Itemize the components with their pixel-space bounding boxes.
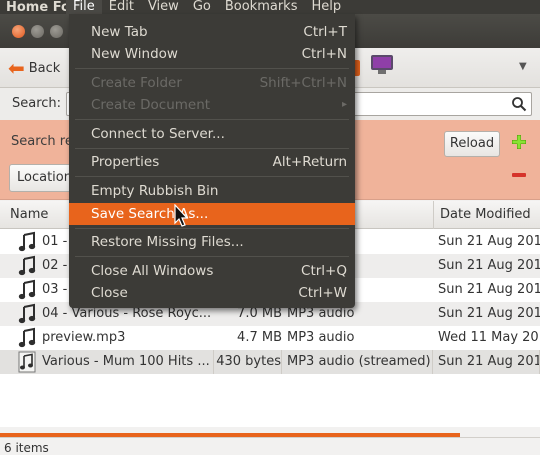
menu-separator — [75, 68, 349, 69]
file-name: 03 - — [42, 282, 68, 297]
menu-item-close[interactable]: Close Ctrl+W — [69, 282, 355, 304]
file-date: Sun 21 Aug 2011 — [438, 306, 540, 321]
file-date: Wed 11 May 201 — [438, 330, 540, 345]
music-note-icon — [18, 231, 36, 252]
minimize-window-button[interactable] — [31, 25, 44, 38]
toolbar-overflow-icon[interactable]: ▼ — [519, 61, 527, 72]
music-note-icon — [18, 255, 36, 276]
file-date: Sun 21 Aug 2011 — [438, 350, 540, 374]
file-type: MP3 audio — [287, 330, 355, 345]
menu-item-close-all-windows[interactable]: Close All Windows Ctrl+Q — [69, 260, 355, 282]
menu-view[interactable]: View — [141, 0, 186, 14]
search-label: Search: — [12, 96, 62, 111]
menu-item-empty-rubbish-bin[interactable]: Empty Rubbish Bin — [69, 180, 355, 202]
menu-edit[interactable]: Edit — [102, 0, 141, 14]
menu-item-create-folder: Create Folder Shift+Ctrl+N — [91, 75, 347, 91]
maximize-window-button[interactable] — [50, 25, 63, 38]
menu-separator — [75, 119, 349, 120]
add-criteria-icon[interactable] — [511, 134, 527, 150]
remove-criteria-icon[interactable] — [512, 173, 526, 177]
table-row[interactable]: preview.mp3 4.7 MB MP3 audio Wed 11 May … — [0, 326, 540, 350]
file-type: MP3 audio (streamed) — [287, 350, 433, 374]
file-name: 02 - — [42, 258, 68, 273]
saved-search-label: Search re — [11, 134, 73, 149]
computer-icon[interactable] — [371, 55, 393, 75]
music-note-icon — [18, 279, 36, 300]
menu-item-restore-missing-files[interactable]: Restore Missing Files... — [69, 231, 355, 253]
file-size: 4.7 MB — [237, 330, 282, 345]
menu-item-properties[interactable]: Properties Alt+Return — [69, 151, 355, 173]
file-date: Sun 21 Aug 2011 — [438, 234, 540, 249]
menu-bookmarks[interactable]: Bookmarks — [218, 0, 305, 14]
file-name: 01 - — [42, 234, 68, 249]
table-row-selected[interactable]: Various - Mum 100 Hits ... 430 bytes MP3… — [0, 350, 540, 374]
music-note-icon — [18, 327, 36, 348]
menu-help[interactable]: Help — [304, 0, 348, 14]
status-bar: 6 items — [0, 437, 540, 455]
column-date-modified[interactable]: Date Modified — [434, 201, 540, 229]
menu-item-connect-to-server[interactable]: Connect to Server... — [69, 123, 355, 145]
menu-separator — [75, 256, 349, 257]
back-button[interactable]: ⬅ Back — [8, 56, 60, 80]
menu-item-save-search-as[interactable]: Save Search As... — [69, 203, 355, 225]
menu-separator — [75, 148, 349, 149]
file-date: Sun 21 Aug 2011 — [438, 282, 540, 297]
close-window-button[interactable] — [12, 25, 25, 38]
search-icon[interactable] — [511, 96, 527, 112]
menu-file[interactable]: File — [66, 0, 102, 14]
music-note-icon — [18, 303, 36, 324]
app-title: Home Fo — [6, 0, 66, 14]
back-arrow-icon: ⬅ — [8, 56, 25, 80]
menu-separator — [75, 176, 349, 177]
menu-item-create-document: Create Document ▸ — [69, 94, 355, 116]
menubar: Home Fo File Edit View Go Bookmarks Help — [0, 0, 540, 14]
menu-item-new-window[interactable]: New Window Ctrl+N — [69, 43, 355, 65]
submenu-arrow-icon: ▸ — [341, 99, 347, 110]
back-label: Back — [28, 60, 61, 76]
file-name: Various - Mum 100 Hits ... — [42, 354, 210, 369]
file-date: Sun 21 Aug 2011 — [438, 258, 540, 273]
menu-separator — [75, 228, 349, 229]
file-menu: New Tab Ctrl+T New Window Ctrl+N Create Fo… — [69, 14, 355, 308]
menu-go[interactable]: Go — [186, 0, 218, 14]
mouse-pointer-icon — [174, 204, 189, 227]
playlist-file-icon — [18, 351, 36, 373]
file-name: preview.mp3 — [42, 330, 126, 345]
reload-button[interactable]: Reload — [444, 131, 500, 157]
file-size: 430 bytes — [216, 350, 282, 374]
menu-item-new-tab[interactable]: New Tab Ctrl+T — [69, 21, 355, 43]
